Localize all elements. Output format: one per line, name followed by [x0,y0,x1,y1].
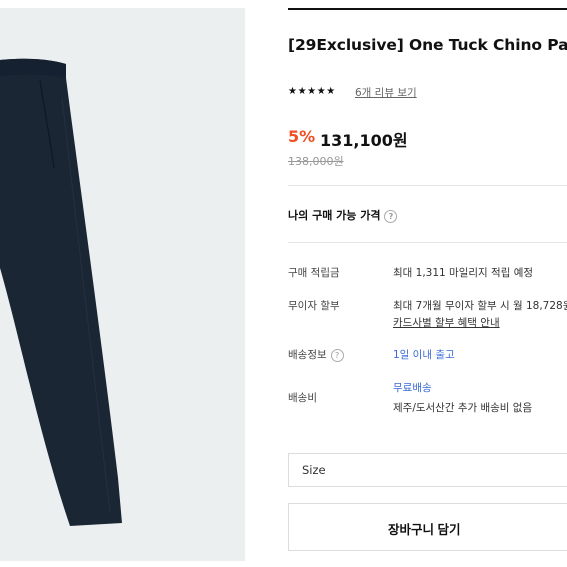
help-icon[interactable]: ? [384,209,398,223]
review-link[interactable]: 6개 리뷰 보기 [355,85,417,100]
installment-card-link[interactable]: 카드사별 할부 혜택 안내 [393,315,500,330]
shipping-info-text: 배송정보 [288,349,327,361]
divider [288,185,567,186]
shipping-info-label: 배송정보? [288,347,344,362]
my-price-label: 나의 구매 가능 가격? [288,207,398,223]
shipping-fee-label: 배송비 [288,392,317,404]
shipping-fee-value: 무료배송 [393,382,432,394]
sale-price: 131,100원 [320,131,408,150]
size-select-label: Size [302,463,326,477]
size-select[interactable]: Size [288,453,567,487]
shipping-value: 1일 이내 출고 [393,349,455,361]
top-rule [288,8,567,10]
add-to-cart-label: 장바구니 담기 [388,523,461,537]
points-label: 구매 적립금 [288,267,340,279]
original-price: 138,000원 [288,155,344,168]
installment-label: 무이자 할부 [288,300,340,312]
shipping-fee-note: 제주/도서산간 추가 배송비 없음 [393,402,533,414]
installment-value: 최대 7개월 무이자 할부 시 월 18,728원 [393,300,567,312]
divider [288,242,567,243]
pants-illustration [0,58,122,527]
discount-rate: 5% [288,127,316,146]
product-title: [29Exclusive] One Tuck Chino Pants [288,36,567,54]
add-to-cart-button[interactable]: 장바구니 담기 [288,503,567,551]
help-icon[interactable]: ? [330,348,344,362]
product-image [0,8,245,561]
rating-stars-icon: ★★★★★ [288,86,336,97]
my-price-text: 나의 구매 가능 가격 [288,209,381,222]
points-value: 최대 1,311 마일리지 적립 예정 [393,267,534,279]
